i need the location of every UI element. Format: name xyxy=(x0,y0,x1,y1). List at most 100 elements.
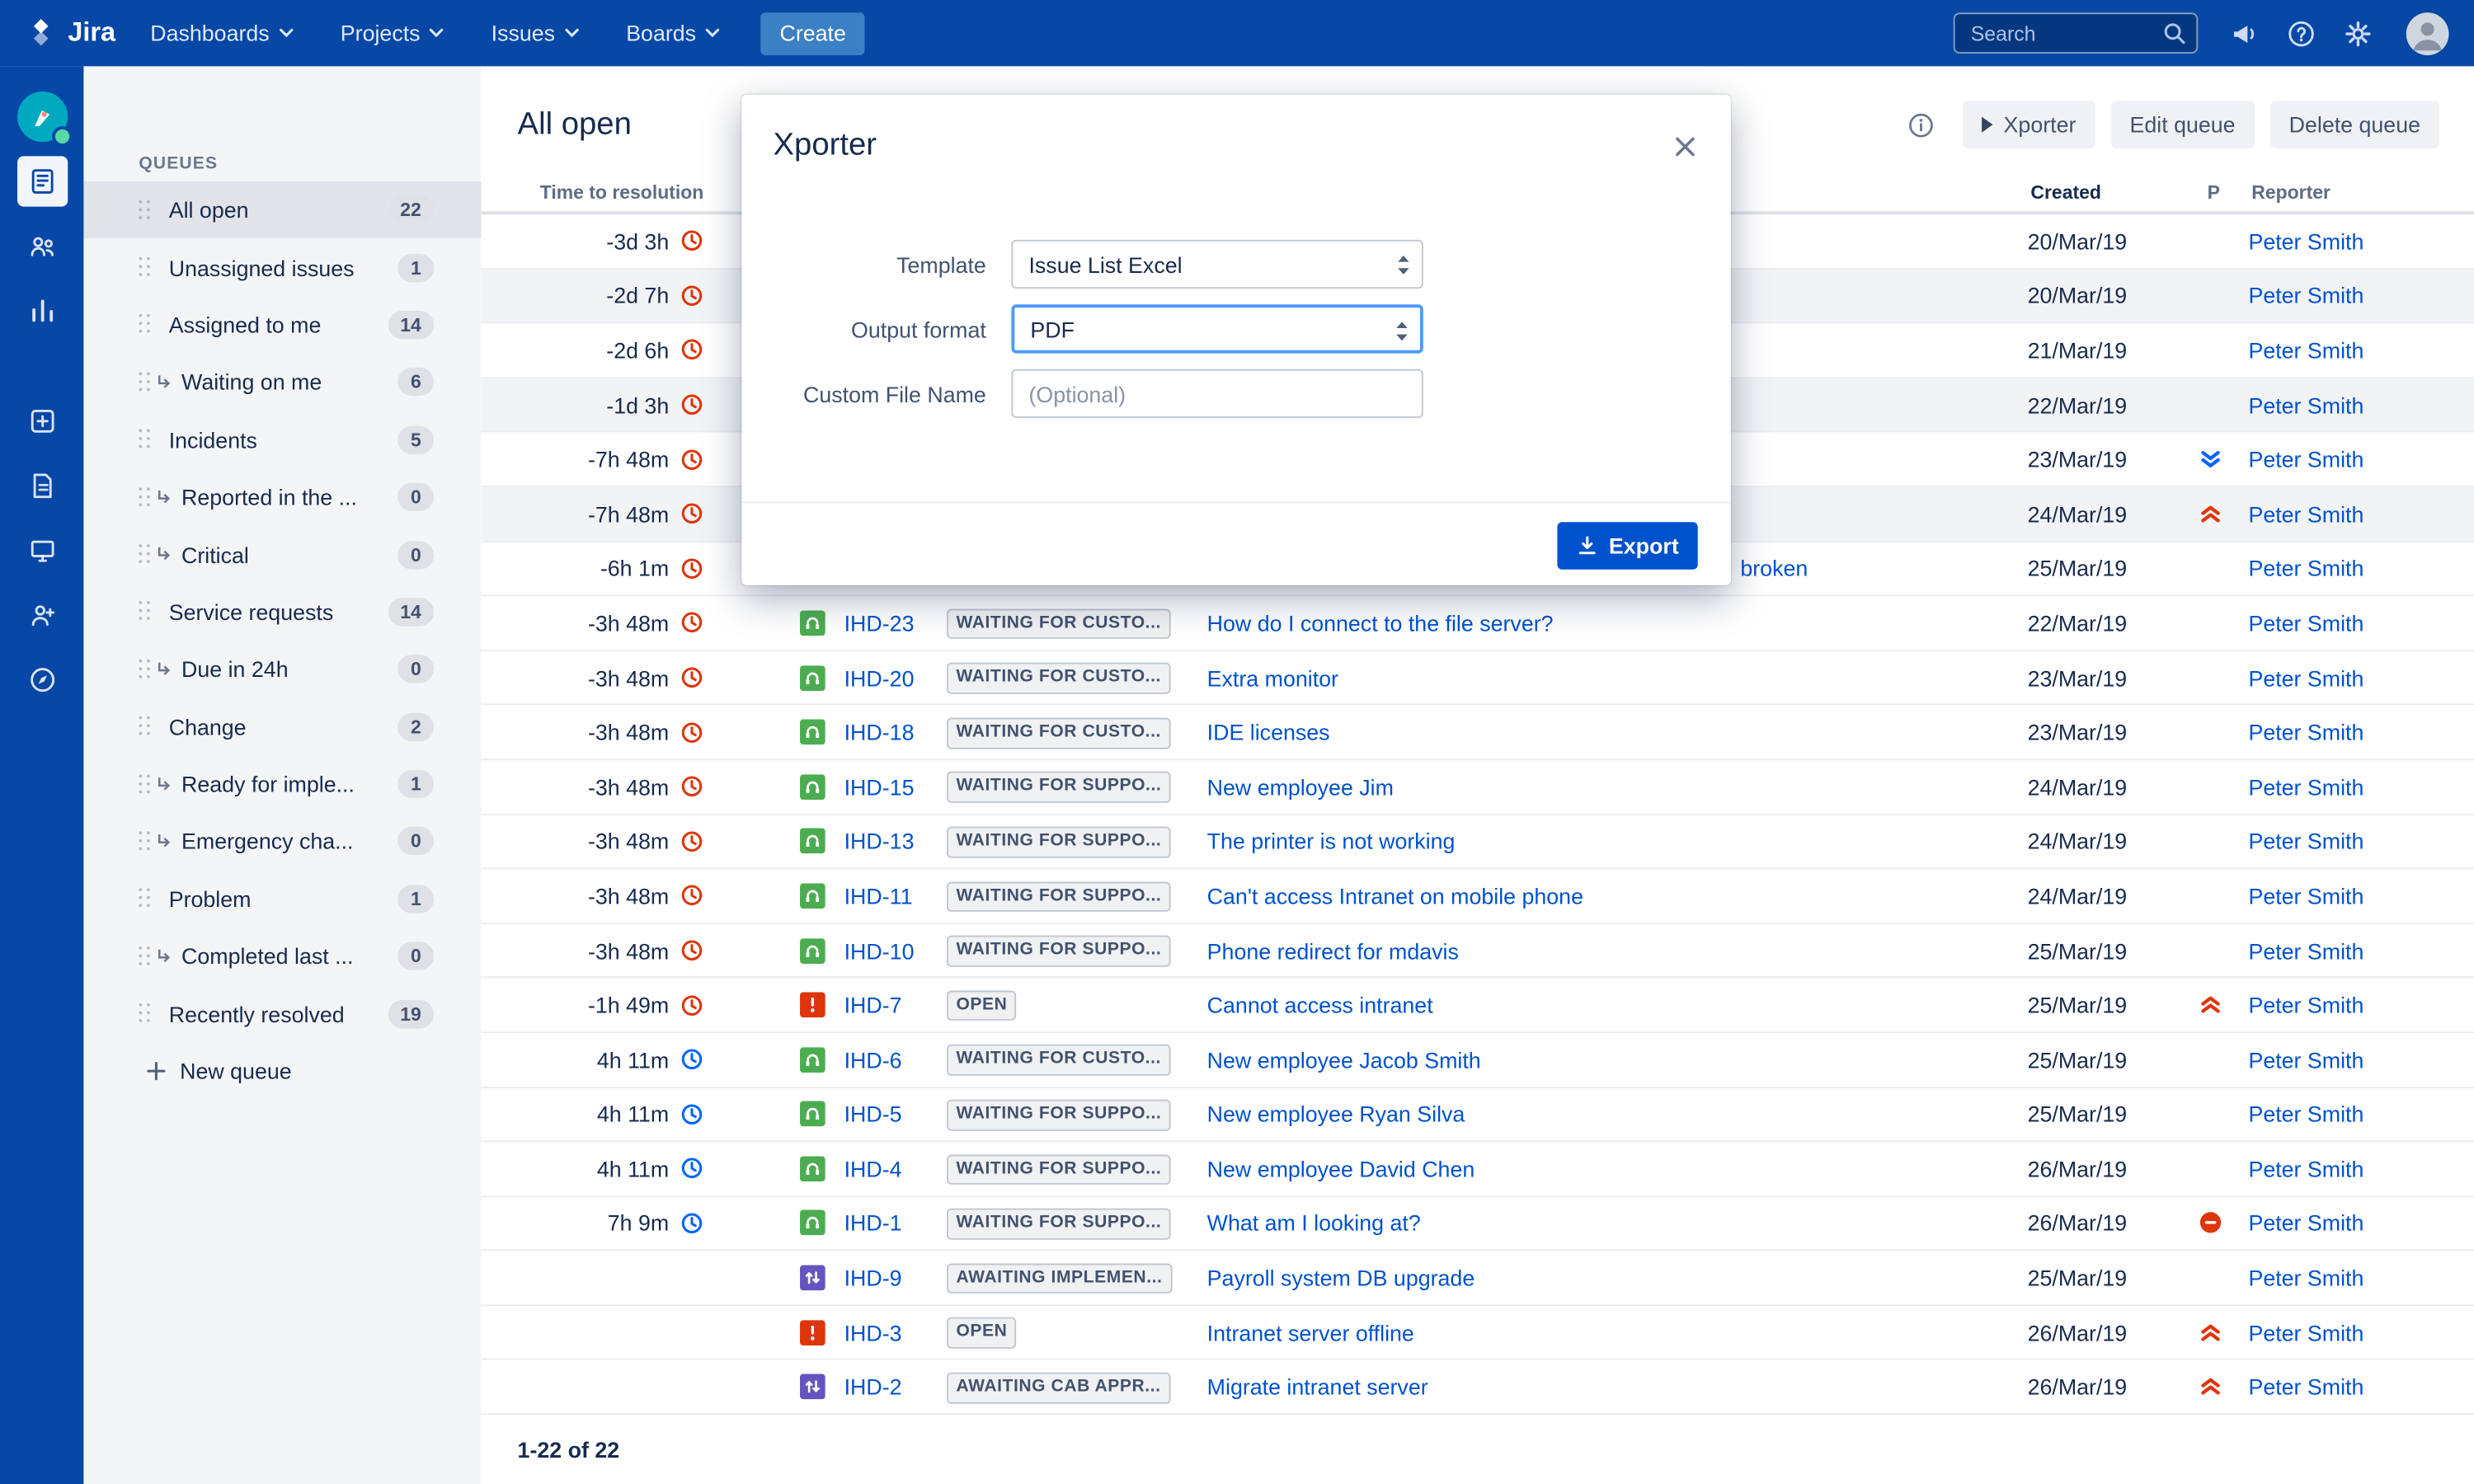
reporter-link[interactable]: Peter Smith xyxy=(2248,1266,2363,1291)
queue-item[interactable]: Completed last ... 0 xyxy=(83,928,481,985)
queue-item[interactable]: Incidents 5 xyxy=(83,411,481,469)
issue-summary-link[interactable]: IDE licenses xyxy=(1207,720,1997,745)
reporter-link[interactable]: Peter Smith xyxy=(2248,665,2363,691)
issue-key-link[interactable]: IHD-20 xyxy=(844,665,936,691)
create-button[interactable]: Create xyxy=(761,12,865,54)
reporter-link[interactable]: Peter Smith xyxy=(2248,1210,2363,1236)
channels-icon[interactable] xyxy=(16,525,67,575)
reporter-link[interactable]: Peter Smith xyxy=(2248,228,2363,254)
issue-key-link[interactable]: IHD-3 xyxy=(844,1320,936,1345)
reporter-link[interactable]: Peter Smith xyxy=(2248,883,2363,909)
table-row[interactable]: 4h 11m IHD-6 WAITING FOR CUSTO... xyxy=(482,1033,2474,1087)
issue-summary-link[interactable]: Phone redirect for mdavis xyxy=(1207,937,1997,963)
drag-handle-icon[interactable] xyxy=(139,946,149,967)
queue-item[interactable]: Recently resolved 19 xyxy=(83,985,481,1043)
reporter-link[interactable]: Peter Smith xyxy=(2248,829,2363,854)
customers-icon[interactable] xyxy=(16,221,67,271)
issue-key-link[interactable]: IHD-13 xyxy=(844,829,936,854)
delete-queue-button[interactable]: Delete queue xyxy=(2270,101,2439,148)
issue-summary-link[interactable]: Migrate intranet server xyxy=(1207,1374,1997,1400)
nav-menu-item[interactable]: Boards xyxy=(626,21,720,46)
add-shortcut-icon[interactable] xyxy=(16,396,67,446)
issue-summary-link[interactable]: Extra monitor xyxy=(1207,665,1997,691)
jira-logo[interactable]: Jira xyxy=(26,17,116,49)
table-row[interactable]: -3h 48m IHD-13 WAITING FOR SUPPO... xyxy=(482,815,2474,869)
issue-key-link[interactable]: IHD-10 xyxy=(844,937,936,963)
custom-file-name-input[interactable] xyxy=(1028,381,1405,406)
issue-summary-link[interactable]: The printer is not working xyxy=(1207,829,1997,854)
new-queue-button[interactable]: New queue xyxy=(83,1042,481,1099)
issue-key-link[interactable]: IHD-1 xyxy=(844,1210,936,1236)
reporter-link[interactable]: Peter Smith xyxy=(2248,720,2363,745)
table-row[interactable]: -3h 48m IHD-10 WAITING FOR SUPPO... xyxy=(482,924,2474,979)
drag-handle-icon[interactable] xyxy=(139,889,149,909)
xporter-button[interactable]: Xporter xyxy=(1963,101,2095,148)
table-row[interactable]: IHD-9 AWAITING IMPLEMEN... Payroll syste… xyxy=(482,1252,2474,1306)
queue-item[interactable]: Critical 0 xyxy=(83,526,481,584)
user-avatar-icon[interactable] xyxy=(2406,12,2449,54)
drag-handle-icon[interactable] xyxy=(139,430,149,450)
table-row[interactable]: IHD-3 OPEN Intranet server offline 26/Ma… xyxy=(482,1306,2474,1360)
queue-item[interactable]: All open 22 xyxy=(83,181,481,239)
issue-summary-link[interactable]: Payroll system DB upgrade xyxy=(1207,1266,1997,1291)
reporter-link[interactable]: Peter Smith xyxy=(2248,447,2363,472)
reporter-link[interactable]: Peter Smith xyxy=(2248,501,2363,527)
nav-menu-item[interactable]: Issues xyxy=(492,21,579,46)
drag-handle-icon[interactable] xyxy=(139,602,149,622)
reporter-link[interactable]: Peter Smith xyxy=(2248,392,2363,418)
table-row[interactable]: 4h 11m IHD-4 WAITING FOR SUPPO... xyxy=(482,1142,2474,1196)
col-priority[interactable]: P xyxy=(2201,181,2227,204)
queue-item[interactable]: Change 2 xyxy=(83,698,481,756)
close-icon[interactable] xyxy=(1667,129,1702,164)
reports-icon[interactable] xyxy=(16,285,67,336)
nav-menu-item[interactable]: Projects xyxy=(341,21,444,46)
reporter-link[interactable]: Peter Smith xyxy=(2248,610,2363,636)
reporter-link[interactable]: Peter Smith xyxy=(2248,337,2363,363)
drag-handle-icon[interactable] xyxy=(139,659,149,679)
queue-item[interactable]: Reported in the ... 0 xyxy=(83,468,481,526)
reporter-link[interactable]: Peter Smith xyxy=(2248,1156,2363,1181)
drag-handle-icon[interactable] xyxy=(139,1003,149,1024)
drag-handle-icon[interactable] xyxy=(139,716,149,737)
knowledge-base-icon[interactable] xyxy=(16,461,67,511)
issue-summary-link[interactable]: New employee Ryan Silva xyxy=(1207,1101,1997,1127)
reporter-link[interactable]: Peter Smith xyxy=(2248,283,2363,308)
issue-key-link[interactable]: IHD-4 xyxy=(844,1156,936,1181)
drag-handle-icon[interactable] xyxy=(139,257,149,278)
reporter-link[interactable]: Peter Smith xyxy=(2248,1374,2363,1400)
queue-item[interactable]: Due in 24h 0 xyxy=(83,641,481,698)
discover-icon[interactable] xyxy=(16,655,67,705)
issue-key-link[interactable]: IHD-11 xyxy=(844,883,936,909)
issue-key-link[interactable]: IHD-15 xyxy=(844,774,936,800)
table-row[interactable]: -3h 48m IHD-18 WAITING FOR CUSTO... xyxy=(482,706,2474,760)
drag-handle-icon[interactable] xyxy=(139,544,149,565)
reporter-link[interactable]: Peter Smith xyxy=(2248,1320,2363,1345)
issue-summary-link[interactable]: Cannot access intranet xyxy=(1207,993,1997,1018)
issue-key-link[interactable]: IHD-18 xyxy=(844,720,936,745)
invite-people-icon[interactable] xyxy=(16,590,67,641)
table-row[interactable]: 4h 11m IHD-5 WAITING FOR SUPPO... xyxy=(482,1087,2474,1142)
export-button[interactable]: Export xyxy=(1557,522,1698,569)
queue-item[interactable]: Service requests 14 xyxy=(83,583,481,641)
drag-handle-icon[interactable] xyxy=(139,831,149,852)
reporter-link[interactable]: Peter Smith xyxy=(2248,556,2363,581)
nav-menu-item[interactable]: Dashboards xyxy=(150,21,293,46)
queue-item[interactable]: Unassigned issues 1 xyxy=(83,239,481,297)
issue-key-link[interactable]: IHD-9 xyxy=(844,1266,936,1291)
queue-item[interactable]: Emergency cha... 0 xyxy=(83,813,481,871)
issue-key-link[interactable]: IHD-23 xyxy=(844,610,936,636)
queue-item[interactable]: Waiting on me 6 xyxy=(83,354,481,411)
issue-summary-link[interactable]: Can't access Intranet on mobile phone xyxy=(1207,883,1997,909)
reporter-link[interactable]: Peter Smith xyxy=(2248,1101,2363,1127)
drag-handle-icon[interactable] xyxy=(139,372,149,392)
table-row[interactable]: -3h 48m IHD-20 WAITING FOR CUSTO... xyxy=(482,651,2474,706)
table-row[interactable]: -3h 48m IHD-15 WAITING FOR SUPPO... xyxy=(482,760,2474,815)
reporter-link[interactable]: Peter Smith xyxy=(2248,1047,2363,1073)
issue-key-link[interactable]: IHD-2 xyxy=(844,1374,936,1400)
issue-summary-link[interactable]: New employee Jacob Smith xyxy=(1207,1047,1997,1073)
project-avatar[interactable] xyxy=(16,92,67,142)
reporter-link[interactable]: Peter Smith xyxy=(2248,774,2363,800)
reporter-link[interactable]: Peter Smith xyxy=(2248,993,2363,1018)
drag-handle-icon[interactable] xyxy=(139,487,149,508)
issue-summary-link[interactable]: New employee David Chen xyxy=(1207,1156,1997,1181)
